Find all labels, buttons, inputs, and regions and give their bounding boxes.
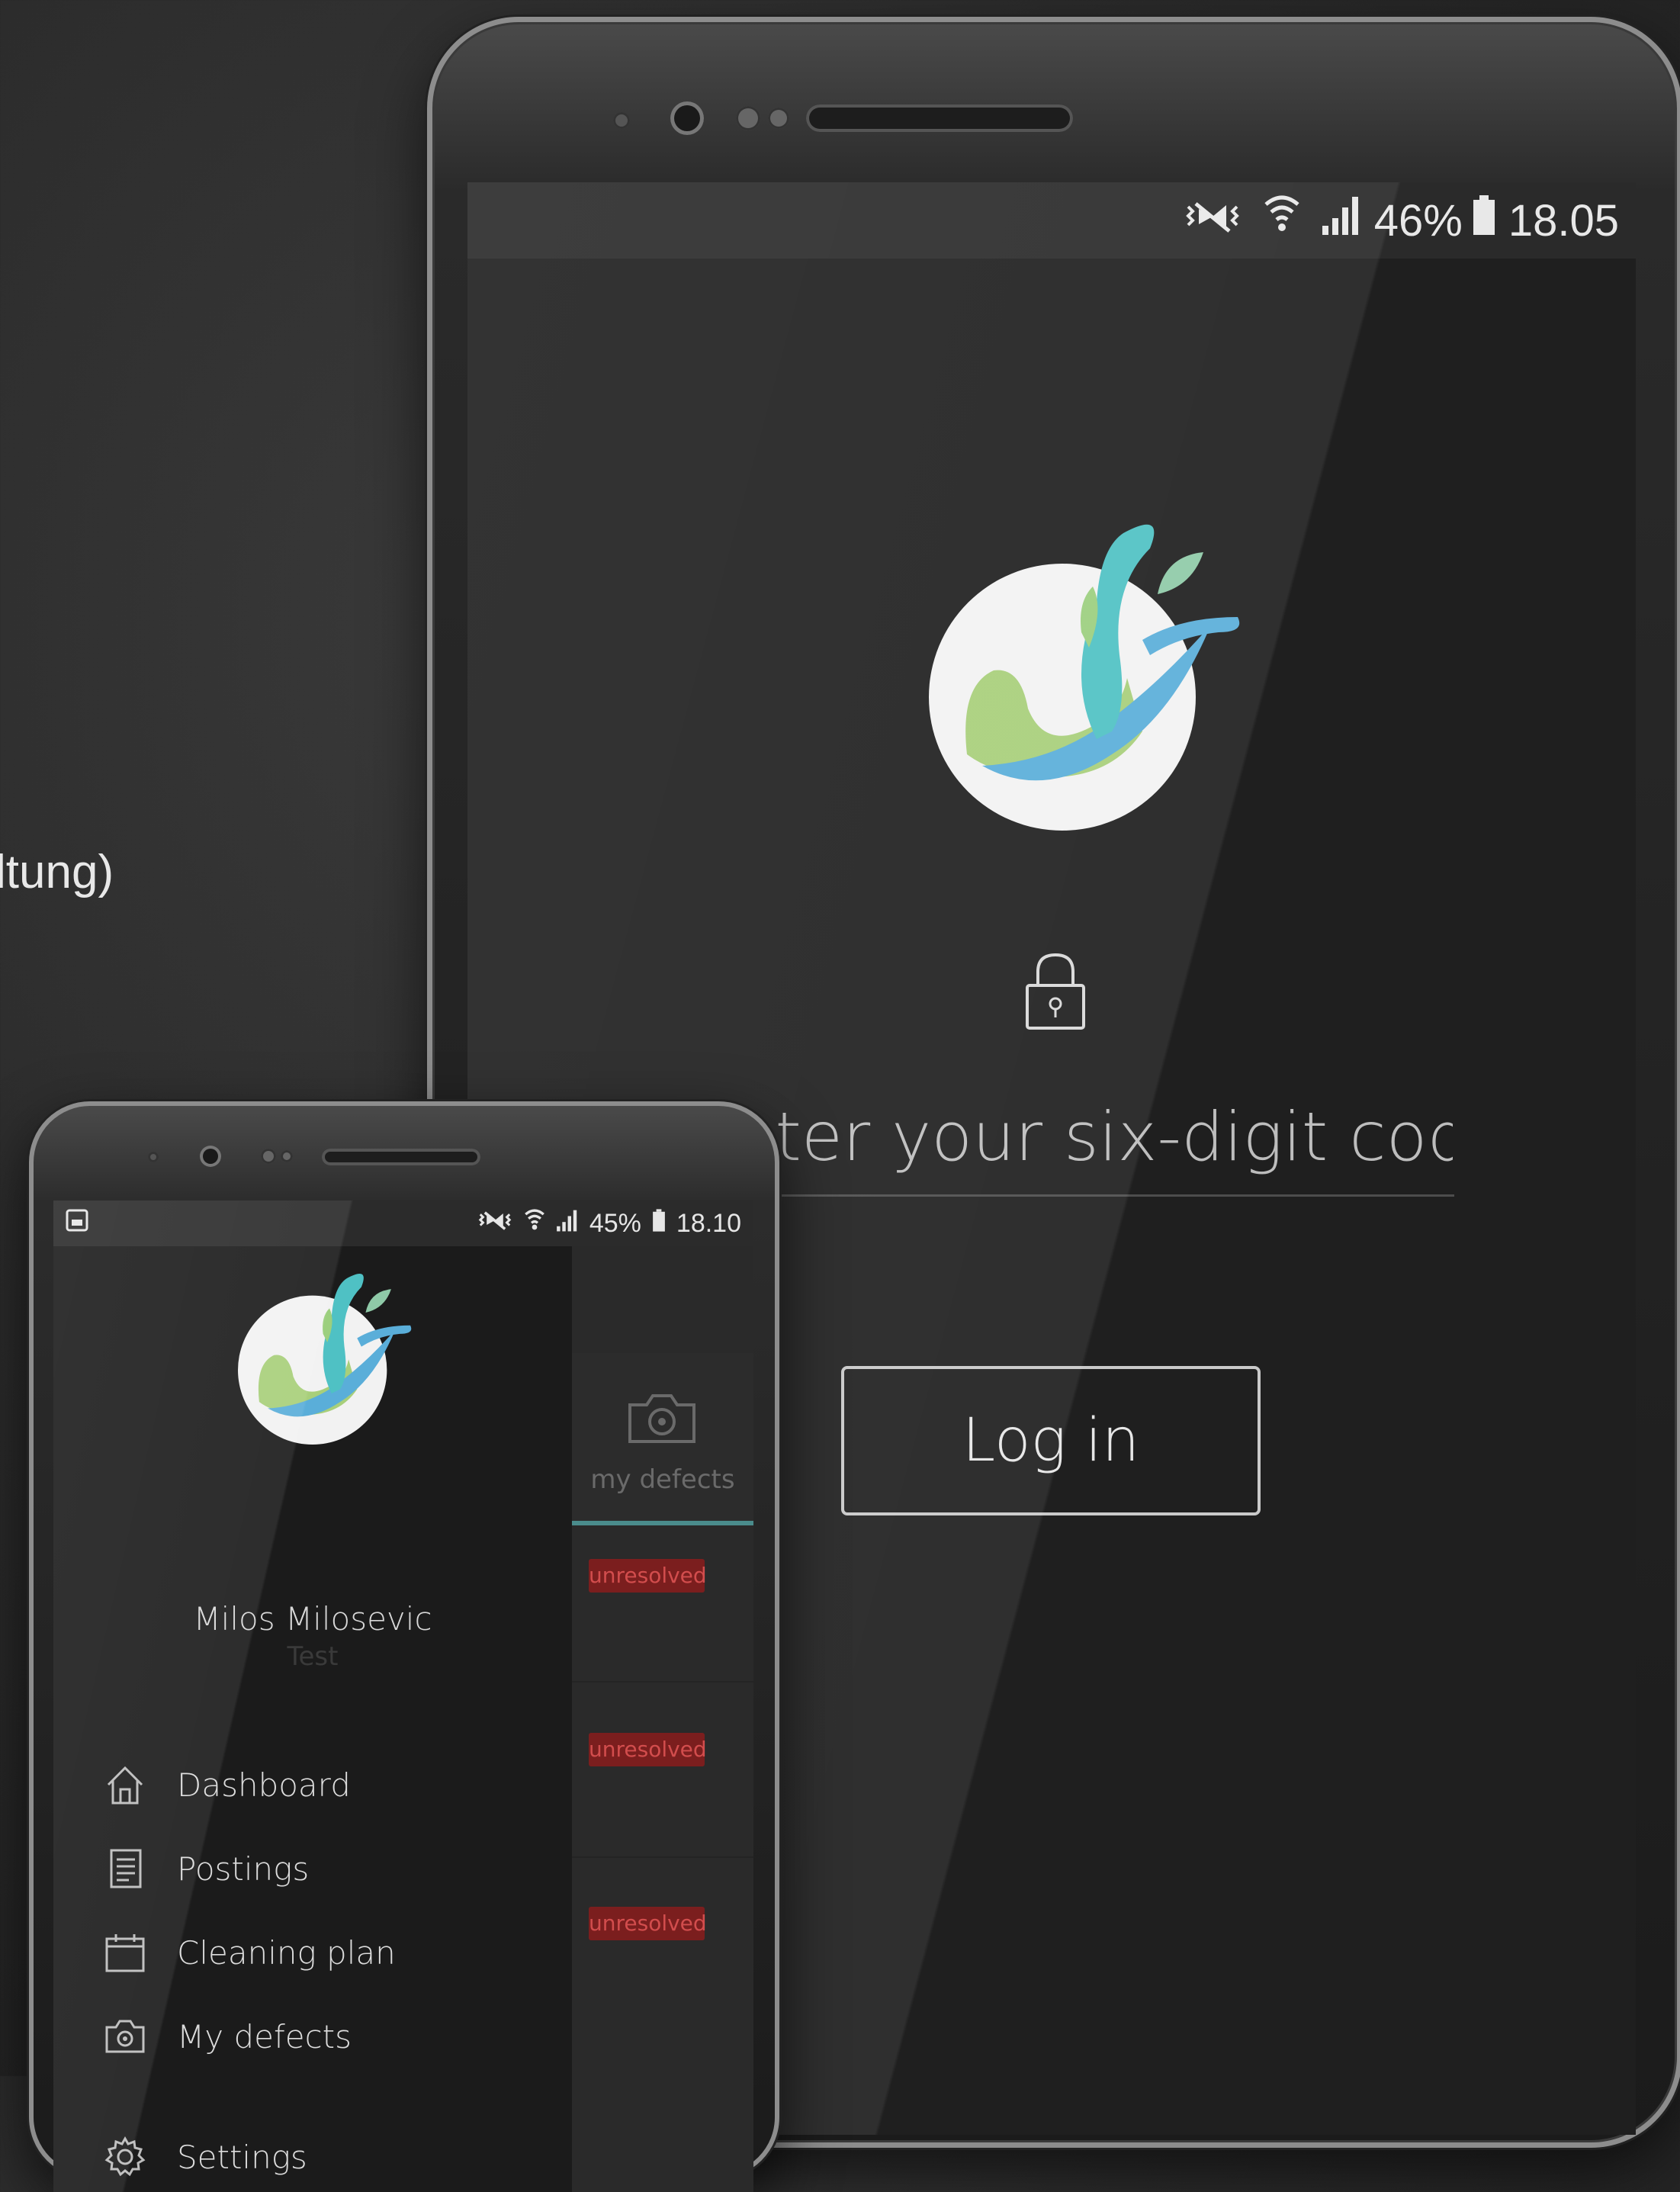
phone-top-bezel [432,95,1677,141]
status-badge: unresolved [589,1559,707,1593]
calendar-icon [104,1931,146,1974]
navigation-drawer: Milos Milosevic Test Dashboard Postings … [53,1246,572,2192]
nav-item-my-defects[interactable]: My defects [104,2006,352,2067]
gear-icon [104,2136,146,2178]
document-icon [104,1847,146,1890]
tab-my-defects[interactable]: my defects [572,1353,753,1525]
vibrate-icon [1182,194,1243,246]
sensor-dot [736,106,760,130]
user-role: Test [287,1641,339,1672]
camera-icon [104,2015,146,2058]
front-camera [200,1146,221,1167]
nav-label: Cleaning plan [177,1933,396,1972]
divider [572,1856,753,1858]
front-camera [670,101,704,135]
wifi-icon [1263,194,1301,247]
lock-icon [1021,949,1090,1033]
wifi-icon [524,1208,545,1239]
background-heading-fragment: ltung) [0,846,114,898]
status-time: 18.10 [676,1208,741,1238]
gallery-notification-icon [66,1208,88,1239]
status-bar: 45% 18.10 [53,1200,753,1246]
sensor-dot [768,108,789,129]
menu-screen: 45% 18.10 my defects unresolved unresolv… [53,1200,753,2192]
signal-icon [556,1208,579,1239]
nav-item-postings[interactable]: Postings [104,1838,309,1899]
home-icon [104,1763,146,1806]
menu-phone: 45% 18.10 my defects unresolved unresolv… [29,1101,779,2192]
nav-item-cleaning-plan[interactable]: Cleaning plan [104,1922,396,1983]
app-logo [929,503,1257,834]
sensor-dot [148,1152,159,1162]
earpiece-speaker [322,1149,480,1165]
main-content-peek: my defects unresolved unresolved unresol… [572,1246,753,2192]
signal-icon [1321,194,1362,247]
tab-label: my defects [590,1464,735,1495]
nav-label: My defects [177,2017,352,2055]
nav-item-settings[interactable]: Settings [104,2126,307,2187]
six-digit-code-input[interactable] [689,1078,1454,1197]
sensor-dot [613,112,630,129]
nav-label: Settings [177,2138,307,2176]
status-badge: unresolved [589,1733,707,1766]
sensor-dot [261,1149,276,1164]
nav-label: Postings [177,1850,310,1888]
status-bar: 46% 18.05 [467,182,1636,259]
battery-icon [652,1208,666,1239]
divider [572,1681,753,1683]
sensor-dot [281,1150,293,1162]
earpiece-speaker [806,104,1073,132]
vibrate-icon [477,1209,513,1239]
nav-item-dashboard[interactable]: Dashboard [104,1754,351,1815]
app-logo [238,1262,421,1448]
battery-percent: 45% [589,1208,641,1238]
nav-label: Dashboard [177,1766,351,1804]
battery-icon [1472,194,1496,247]
battery-percent: 46% [1373,195,1463,246]
camera-icon [625,1391,699,1449]
login-button[interactable]: Log in [841,1366,1261,1515]
status-time: 18.05 [1508,195,1619,246]
status-badge: unresolved [589,1907,707,1940]
user-name: Milos Milosevic [193,1600,432,1638]
